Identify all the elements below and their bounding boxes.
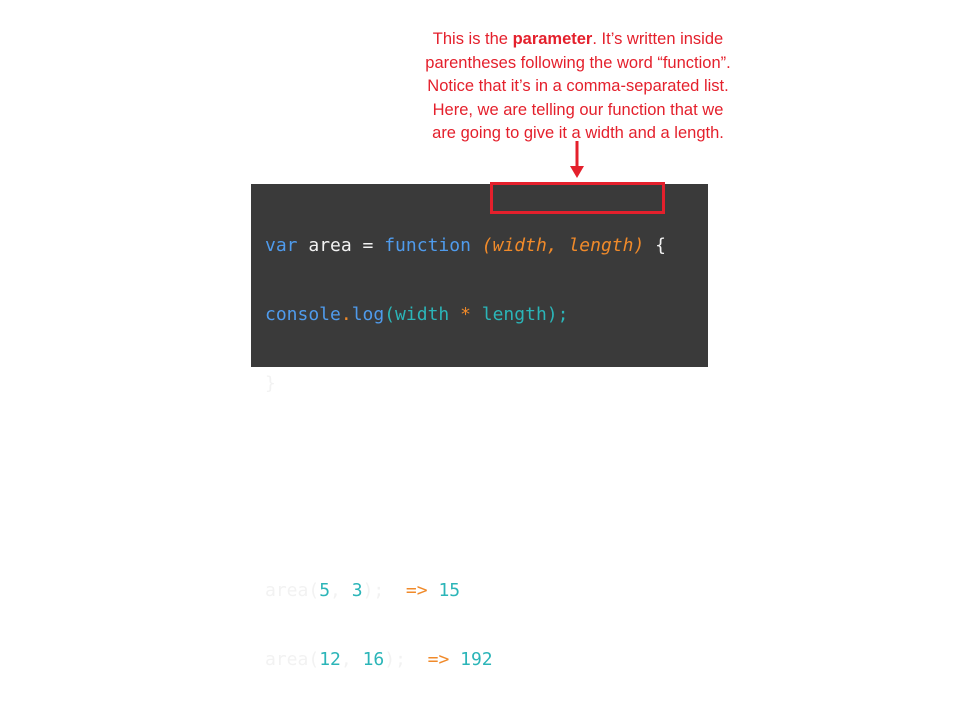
code-line-3: } xyxy=(265,372,666,395)
keyword-var: var xyxy=(265,235,298,256)
annotation-line-1: This is the parameter. It’s written insi… xyxy=(395,28,761,52)
result-arrow: => xyxy=(427,649,450,670)
annotation-text: This is the xyxy=(432,30,513,48)
keyword-function: function xyxy=(384,235,471,256)
log-args-open: (width xyxy=(384,304,461,325)
call-end: ); xyxy=(362,580,406,601)
annotation-text: . It’s written inside xyxy=(592,30,724,48)
open-brace: { xyxy=(644,235,667,256)
argument-number: 16 xyxy=(362,649,385,670)
annotation-line-2: parentheses following the word “function… xyxy=(425,53,731,72)
dot-operator: . xyxy=(340,304,352,325)
argument-number: 12 xyxy=(319,649,341,670)
code-line-4: area(5, 3); => 15 xyxy=(265,579,666,602)
log-args-close: length); xyxy=(470,304,569,325)
annotation-line-3: Notice that it’s in a comma-separated li… xyxy=(427,77,729,95)
argument-number: 5 xyxy=(319,580,331,601)
code-line-2: console.log(width * length); xyxy=(265,303,666,326)
annotation-line-4: Here, we are telling our function that w… xyxy=(432,100,724,119)
parameter-highlight-box xyxy=(490,182,665,214)
argument-comma: , xyxy=(340,649,363,670)
argument-number: 3 xyxy=(351,580,363,601)
result-value: 15 xyxy=(427,580,461,601)
down-arrow-icon xyxy=(570,141,584,178)
code-line-1: var area = function (width, length) { xyxy=(265,234,666,257)
result-value: 192 xyxy=(449,649,493,670)
argument-comma: , xyxy=(330,580,352,601)
call-end: ); xyxy=(384,649,428,670)
function-call: area( xyxy=(265,649,320,670)
variable-name: area = xyxy=(297,235,385,256)
function-parameters: (width, length) xyxy=(481,235,645,256)
annotation-bold-term: parameter xyxy=(512,30,593,48)
console-object: console xyxy=(265,304,341,325)
parameter-annotation: This is the parameter. It’s written insi… xyxy=(395,28,761,146)
log-method: log xyxy=(351,304,385,325)
code-block: var area = function (width, length) { co… xyxy=(265,188,666,717)
result-arrow: => xyxy=(405,580,428,601)
code-line-5: area(12, 16); => 192 xyxy=(265,648,666,671)
function-call: area( xyxy=(265,580,320,601)
close-brace: } xyxy=(265,373,276,394)
multiply-operator: * xyxy=(460,304,471,325)
